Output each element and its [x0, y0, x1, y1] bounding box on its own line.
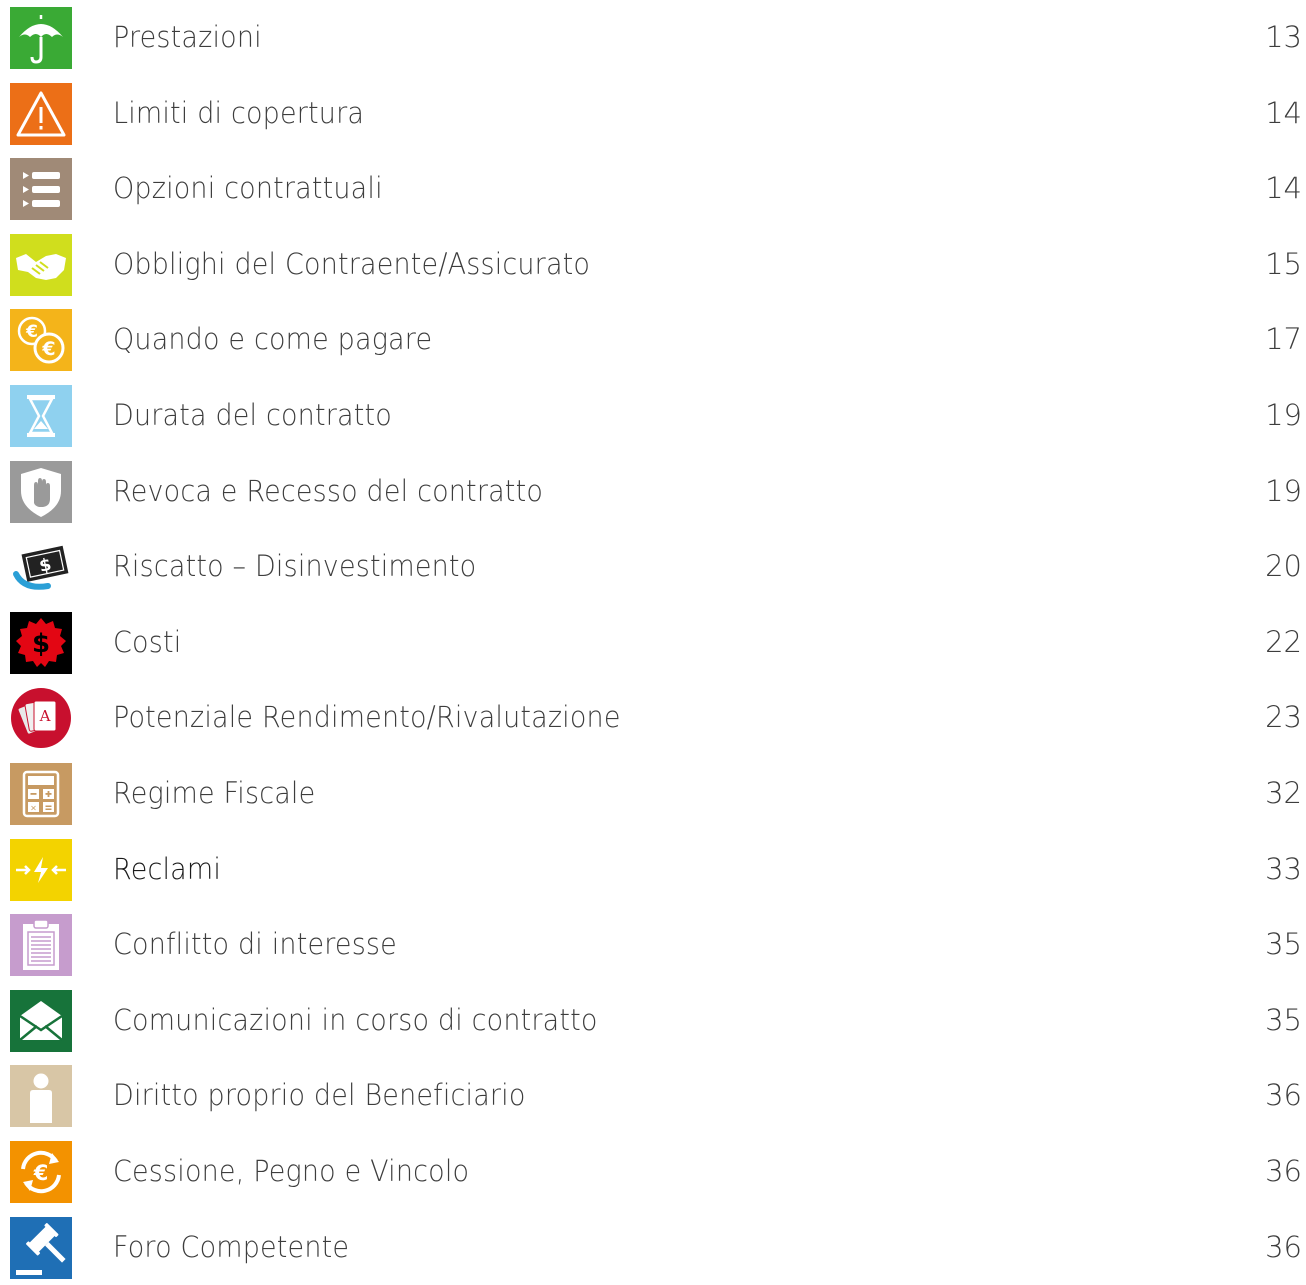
toc-label: Quando e come pagare	[113, 302, 432, 378]
toc-page-number: 36	[1265, 1058, 1302, 1134]
umbrella-icon	[10, 7, 72, 69]
toc-row-conflitto-di-interesse[interactable]: Conflitto di interesse 35	[0, 907, 1306, 983]
toc-label: Conflitto di interesse	[113, 907, 397, 983]
toc-row-costi[interactable]: $ Costi 22	[0, 605, 1306, 681]
toc-row-quando-e-come-pagare[interactable]: € € Quando e come pagare 17	[0, 302, 1306, 378]
cards-icon: A	[10, 687, 72, 749]
toc-label: Cessione, Pegno e Vincolo	[113, 1134, 469, 1210]
toc-label: Limiti di copertura	[113, 76, 364, 152]
euro-coins-icon: € €	[10, 309, 72, 371]
toc-label: Riscatto – Disinvestimento	[113, 529, 476, 605]
toc-label: Potenziale Rendimento/Rivalutazione	[113, 680, 621, 756]
toc-page-number: 22	[1265, 605, 1302, 681]
toc-page-number: 14	[1265, 76, 1302, 152]
clipboard-icon	[10, 914, 72, 976]
toc-row-prestazioni[interactable]: Prestazioni 13	[0, 0, 1306, 76]
toc-label: Foro Competente	[113, 1210, 349, 1285]
person-icon	[10, 1065, 72, 1127]
hourglass-icon	[10, 385, 72, 447]
toc-label: Durata del contratto	[113, 378, 392, 454]
toc-label: Obblighi del Contraente/Assicurato	[113, 227, 590, 303]
toc-label: Revoca e Recesso del contratto	[113, 454, 543, 530]
list-icon	[10, 158, 72, 220]
svg-text:€: €	[33, 1161, 49, 1185]
toc-row-potenziale-rendimento[interactable]: A Potenziale Rendimento/Rivalutazione 23	[0, 680, 1306, 756]
toc-row-revoca-e-recesso[interactable]: Revoca e Recesso del contratto 19	[0, 454, 1306, 530]
toc-page-number: 13	[1265, 0, 1302, 76]
dollar-badge-icon: $	[10, 612, 72, 674]
money-icon: $	[10, 536, 72, 598]
toc-page-number: 35	[1265, 983, 1302, 1059]
svg-text:A: A	[39, 707, 51, 725]
toc-page-number: 36	[1265, 1134, 1302, 1210]
euro-cycle-icon: €	[10, 1141, 72, 1203]
toc-row-durata-del-contratto[interactable]: Durata del contratto 19	[0, 378, 1306, 454]
toc-label: Costi	[113, 605, 181, 681]
gavel-icon	[10, 1217, 72, 1279]
toc-page-number: 20	[1265, 529, 1302, 605]
toc-page-number: 36	[1265, 1210, 1302, 1285]
toc-row-foro-competente[interactable]: Foro Competente 36	[0, 1210, 1306, 1285]
toc-page-number: 35	[1265, 907, 1302, 983]
table-of-contents: Prestazioni 13 Limiti di copertura 14 Op…	[0, 0, 1306, 1285]
toc-page-number: 19	[1265, 378, 1302, 454]
svg-text:€: €	[25, 322, 38, 342]
toc-row-regime-fiscale[interactable]: × Regime Fiscale 32	[0, 756, 1306, 832]
svg-text:€: €	[41, 338, 55, 360]
envelope-icon	[10, 990, 72, 1052]
toc-row-cessione[interactable]: € Cessione, Pegno e Vincolo 36	[0, 1134, 1306, 1210]
toc-row-comunicazioni[interactable]: Comunicazioni in corso di contratto 35	[0, 983, 1306, 1059]
handshake-icon	[10, 234, 72, 296]
toc-page-number: 17	[1265, 302, 1302, 378]
toc-row-opzioni-contrattuali[interactable]: Opzioni contrattuali 14	[0, 151, 1306, 227]
toc-label: Comunicazioni in corso di contratto	[113, 983, 598, 1059]
toc-page-number: 33	[1265, 832, 1302, 908]
toc-row-limiti-di-copertura[interactable]: Limiti di copertura 14	[0, 76, 1306, 152]
toc-page-number: 23	[1265, 680, 1302, 756]
toc-page-number: 14	[1265, 151, 1302, 227]
warning-icon	[10, 83, 72, 145]
toc-row-riscatto[interactable]: $ Riscatto – Disinvestimento 20	[0, 529, 1306, 605]
shield-hand-icon	[10, 461, 72, 523]
toc-label: Opzioni contrattuali	[113, 151, 383, 227]
svg-text:$: $	[32, 629, 50, 659]
toc-page-number: 19	[1265, 454, 1302, 530]
toc-label: Reclami	[113, 832, 221, 908]
toc-page-number: 15	[1265, 227, 1302, 303]
toc-label: Prestazioni	[113, 0, 262, 76]
bolt-arrows-icon	[10, 839, 72, 901]
toc-label: Diritto proprio del Beneficiario	[113, 1058, 526, 1134]
calculator-icon: ×	[10, 763, 72, 825]
toc-row-reclami[interactable]: Reclami 33	[0, 832, 1306, 908]
toc-page-number: 32	[1265, 756, 1302, 832]
toc-label: Regime Fiscale	[113, 756, 315, 832]
toc-row-diritto-proprio[interactable]: Diritto proprio del Beneficiario 36	[0, 1058, 1306, 1134]
toc-row-obblighi[interactable]: Obblighi del Contraente/Assicurato 15	[0, 227, 1306, 303]
svg-text:×: ×	[30, 803, 37, 812]
